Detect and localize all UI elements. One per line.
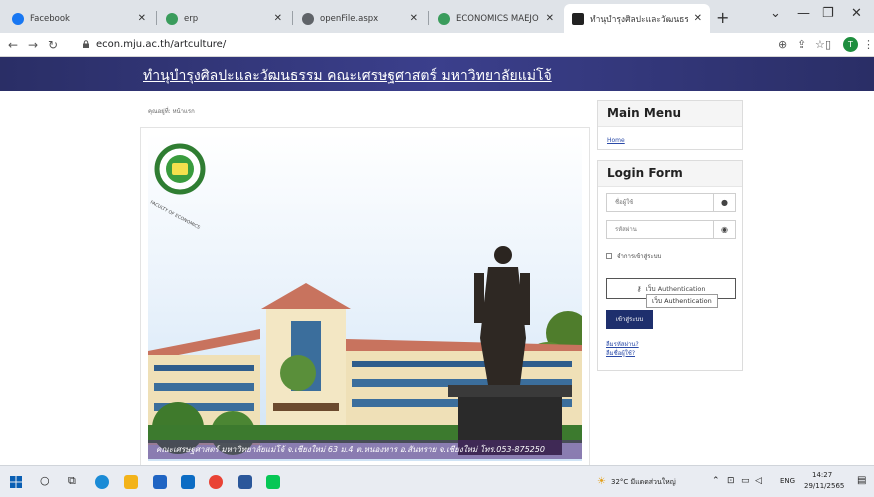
authentication-tooltip: เว็บ Authentication xyxy=(646,294,718,308)
file-explorer-icon[interactable] xyxy=(124,475,138,489)
tray-chevron-icon[interactable]: ⌃ xyxy=(712,476,720,486)
login-form-title: Login Form xyxy=(598,161,742,187)
edge-icon[interactable] xyxy=(95,475,109,489)
tab-label: ทำนุบำรุงศิลปะและวัฒนธรรม xyxy=(590,14,688,25)
windows-start-icon[interactable] xyxy=(10,476,22,488)
login-form-panel: Login Form ● ◉ จำการเข้าสู่ระบบ ⚷ เว็บ A… xyxy=(597,160,743,371)
tab-erp[interactable]: erp ✕ xyxy=(158,4,290,33)
password-input[interactable] xyxy=(607,221,715,238)
weather-icon[interactable]: ☀ xyxy=(597,476,606,487)
site-banner: ทำนุบำรุงศิลปะและวัฒนธรรม คณะเศรษฐศาสตร์… xyxy=(0,57,874,91)
campus-photo: FACULTY OF ECONOMICS คณะเศรษฐศาสตร์ มหาว… xyxy=(148,133,582,461)
chrome-icon[interactable] xyxy=(209,475,223,489)
tab-divider xyxy=(156,11,157,25)
zoom-icon[interactable]: ⊕ xyxy=(778,38,787,51)
address-bar: ← → ↻ econ.mju.ac.th/artculture/ ⊕ ⇪ ☆ ▯… xyxy=(0,33,874,57)
browser-tab-bar: Facebook ✕ erp ✕ openFile.aspx ✕ ECONOMI… xyxy=(0,0,874,33)
page-content: ทำนุบำรุงศิลปะและวัฒนธรรม คณะเศรษฐศาสตร์… xyxy=(0,57,874,467)
close-icon[interactable]: ✕ xyxy=(138,13,146,24)
banner-title[interactable]: ทำนุบำรุงศิลปะและวัฒนธรรม คณะเศรษฐศาสตร์… xyxy=(143,65,552,87)
menu-dots-icon[interactable]: ⋮ xyxy=(863,38,874,51)
search-icon[interactable]: ○ xyxy=(40,474,50,487)
breadcrumb: คุณอยู่ที่: หน้าแรก xyxy=(148,108,195,115)
volume-icon[interactable]: ◁ xyxy=(755,476,762,486)
eye-icon[interactable]: ◉ xyxy=(713,221,735,238)
tab-divider xyxy=(292,11,293,25)
remember-checkbox[interactable] xyxy=(606,253,612,259)
remember-me[interactable]: จำการเข้าสู่ระบบ xyxy=(606,251,661,261)
site-icon xyxy=(166,12,178,25)
forward-icon[interactable]: → xyxy=(28,38,38,52)
mail-icon[interactable] xyxy=(181,475,195,489)
main-menu-panel: Main Menu Home xyxy=(597,100,743,150)
url-text[interactable]: econ.mju.ac.th/artculture/ xyxy=(96,39,226,50)
network-icon[interactable]: ⊡ xyxy=(727,476,735,486)
tab-label: erp xyxy=(184,13,199,24)
tab-divider xyxy=(428,11,429,25)
globe-icon xyxy=(302,12,314,25)
facebook-icon xyxy=(12,12,24,25)
close-window-icon[interactable]: ✕ xyxy=(851,6,862,21)
main-menu-title: Main Menu xyxy=(598,101,742,127)
minimize-icon[interactable]: — xyxy=(797,6,810,21)
username-input[interactable] xyxy=(607,194,715,211)
site-icon xyxy=(438,12,450,25)
back-icon[interactable]: ← xyxy=(8,38,18,52)
store-icon[interactable] xyxy=(153,475,167,489)
tab-label: ECONOMICS MAEJO xyxy=(456,13,539,24)
user-icon: ● xyxy=(713,194,735,211)
clock-time[interactable]: 14:27 xyxy=(812,471,832,479)
clock-date[interactable]: 29/11/2565 xyxy=(804,482,844,490)
home-link[interactable]: Home xyxy=(607,137,625,144)
tab-openfile[interactable]: openFile.aspx ✕ xyxy=(294,4,426,33)
chevron-down-icon[interactable]: ⌄ xyxy=(770,6,781,21)
authentication-button-label: เว็บ Authentication xyxy=(645,284,706,293)
notifications-icon[interactable]: ▤ xyxy=(857,475,866,486)
site-icon xyxy=(572,12,584,25)
tab-label: Facebook xyxy=(30,13,70,24)
password-field[interactable]: ◉ xyxy=(606,220,736,239)
tab-artculture[interactable]: ทำนุบำรุงศิลปะและวัฒนธรรม ✕ xyxy=(564,4,710,33)
close-icon[interactable]: ✕ xyxy=(546,13,554,24)
share-icon[interactable]: ⇪ xyxy=(797,38,806,51)
side-panel-icon[interactable]: ▯ xyxy=(825,38,831,51)
remember-label: จำการเข้าสู่ระบบ xyxy=(617,253,662,260)
profile-avatar[interactable]: T xyxy=(843,37,858,52)
close-icon[interactable]: ✕ xyxy=(410,13,418,24)
lock-icon[interactable] xyxy=(82,40,90,48)
photo-caption: คณะเศรษฐศาสตร์ มหาวิทยาลัยแม่โจ้ จ.เชียง… xyxy=(156,445,545,454)
username-field[interactable]: ● xyxy=(606,193,736,212)
login-button[interactable]: เข้าสู่ระบบ xyxy=(606,310,653,329)
tab-label: openFile.aspx xyxy=(320,13,379,24)
caption-bar: คณะเศรษฐศาสตร์ มหาวิทยาลัยแม่โจ้ จ.เชียง… xyxy=(148,440,582,459)
key-icon: ⚷ xyxy=(636,284,642,293)
language-indicator[interactable]: ENG xyxy=(780,477,795,485)
close-icon[interactable]: ✕ xyxy=(694,13,702,24)
campus-photo-illustration: FACULTY OF ECONOMICS xyxy=(148,133,582,461)
task-view-icon[interactable]: ⧉ xyxy=(68,474,76,488)
tab-facebook[interactable]: Facebook ✕ xyxy=(4,4,154,33)
forgot-username-link[interactable]: ลืมชื่อผู้ใช้? xyxy=(606,348,635,358)
close-icon[interactable]: ✕ xyxy=(274,13,282,24)
weather-text[interactable]: 32°C มีแดดส่วนใหญ่ xyxy=(611,477,676,488)
bookmark-star-icon[interactable]: ☆ xyxy=(815,38,825,51)
new-tab-icon[interactable]: + xyxy=(716,8,729,27)
line-icon[interactable] xyxy=(266,475,280,489)
word-icon[interactable] xyxy=(238,475,252,489)
maximize-icon[interactable]: ❐ xyxy=(822,6,834,21)
windows-taskbar: ○ ⧉ ☀ 32°C มีแดดส่วนใหญ่ ⌃ ⊡ ▭ ◁ ENG 14:… xyxy=(0,465,874,497)
display-icon[interactable]: ▭ xyxy=(741,476,750,486)
reload-icon[interactable]: ↻ xyxy=(48,38,58,52)
tab-economics-maejo[interactable]: ECONOMICS MAEJO ✕ xyxy=(430,4,562,33)
